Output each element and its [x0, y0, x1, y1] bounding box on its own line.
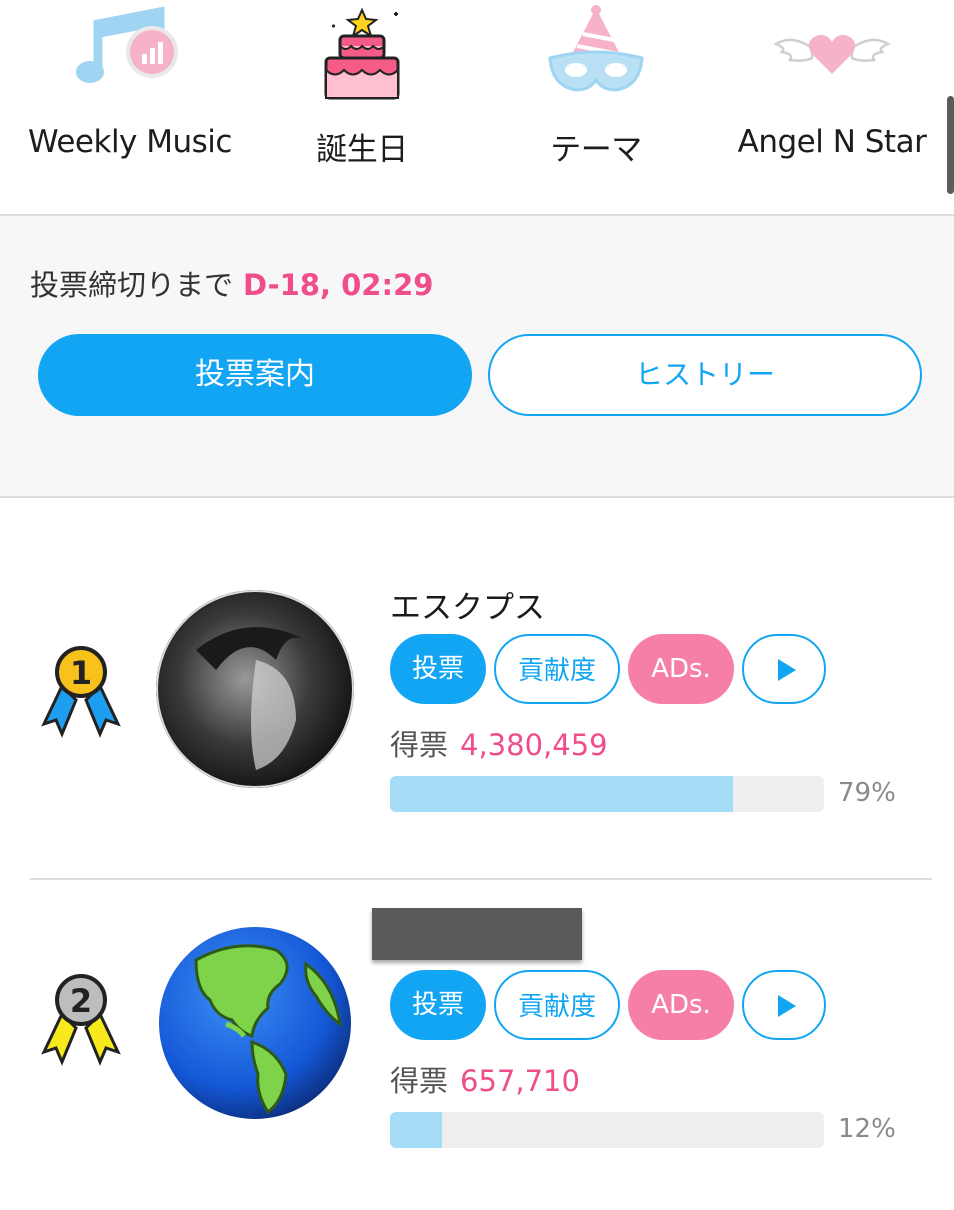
category-angel-n-star[interactable]: Angel N Star: [714, 0, 950, 200]
artist-name: エスクプス: [390, 590, 545, 626]
vote-count-value: 4,380,459: [460, 728, 608, 762]
history-button[interactable]: ヒストリー: [488, 334, 922, 416]
category-weekly-music[interactable]: Weekly Music: [12, 0, 248, 200]
contribution-button[interactable]: 貢献度: [494, 970, 620, 1040]
vote-count-label: 得票: [390, 1064, 449, 1098]
vote-share-percent: 12%: [838, 1114, 896, 1144]
category-label: 誕生日: [316, 132, 408, 168]
vote-share-bar: [390, 1112, 824, 1148]
category-label: テーマ: [550, 132, 642, 168]
ranking-entry: 2 投票 貢献度 ADs. 得票 657,710 12%: [0, 880, 954, 1210]
play-icon: [778, 659, 796, 681]
deadline-countdown: D-18, 02:29: [243, 268, 434, 302]
play-button[interactable]: [742, 970, 826, 1040]
category-birthday[interactable]: 誕生日: [244, 0, 480, 200]
vote-share-fill: [390, 1112, 443, 1148]
vote-button[interactable]: 投票: [390, 634, 486, 704]
divider: [0, 496, 954, 498]
category-theme[interactable]: テーマ: [478, 0, 714, 200]
vote-count-value: 657,710: [460, 1064, 580, 1098]
birthday-cake-icon: [324, 7, 400, 100]
vote-info-panel: 投票締切りまで D-18, 02:29 投票案内 ヒストリー: [0, 216, 954, 496]
category-label: Weekly Music: [28, 124, 232, 160]
rank-number: 2: [70, 982, 92, 1020]
avatar-globe-image: [159, 927, 351, 1119]
vote-count: 得票 4,380,459: [390, 722, 608, 764]
avatar-photo: [156, 590, 354, 788]
gold-medal-rank-1-icon: 1: [41, 646, 121, 738]
vote-guide-button[interactable]: 投票案内: [38, 334, 472, 416]
vote-share-percent: 79%: [838, 778, 896, 808]
vote-count: 得票 657,710: [390, 1058, 580, 1100]
ads-button[interactable]: ADs.: [628, 634, 734, 704]
party-mask-icon: [548, 5, 644, 92]
play-button[interactable]: [742, 634, 826, 704]
scrollbar[interactable]: [947, 96, 954, 194]
vote-share-bar: [390, 776, 824, 812]
vote-count-label: 得票: [390, 728, 449, 762]
play-icon: [778, 995, 796, 1017]
ads-button[interactable]: ADs.: [628, 970, 734, 1040]
redacted-name-block: [372, 908, 582, 960]
category-nav: Weekly Music 誕生日 テーマ Angel N Star: [0, 0, 954, 214]
rank-number: 1: [70, 654, 92, 692]
music-note-chart-icon: [76, 6, 178, 83]
deadline-text: 投票締切りまで D-18, 02:29: [30, 262, 433, 304]
vote-button[interactable]: 投票: [390, 970, 486, 1040]
winged-heart-icon: [773, 34, 891, 74]
category-label: Angel N Star: [737, 124, 927, 160]
deadline-label: 投票締切りまで: [30, 268, 234, 302]
ranking-entry: 1 エスクプス 投票 貢献度 ADs. 得票 4,380,459 79%: [0, 560, 954, 890]
contribution-button[interactable]: 貢献度: [494, 634, 620, 704]
vote-share-fill: [390, 776, 733, 812]
silver-medal-rank-2-icon: 2: [41, 974, 121, 1066]
